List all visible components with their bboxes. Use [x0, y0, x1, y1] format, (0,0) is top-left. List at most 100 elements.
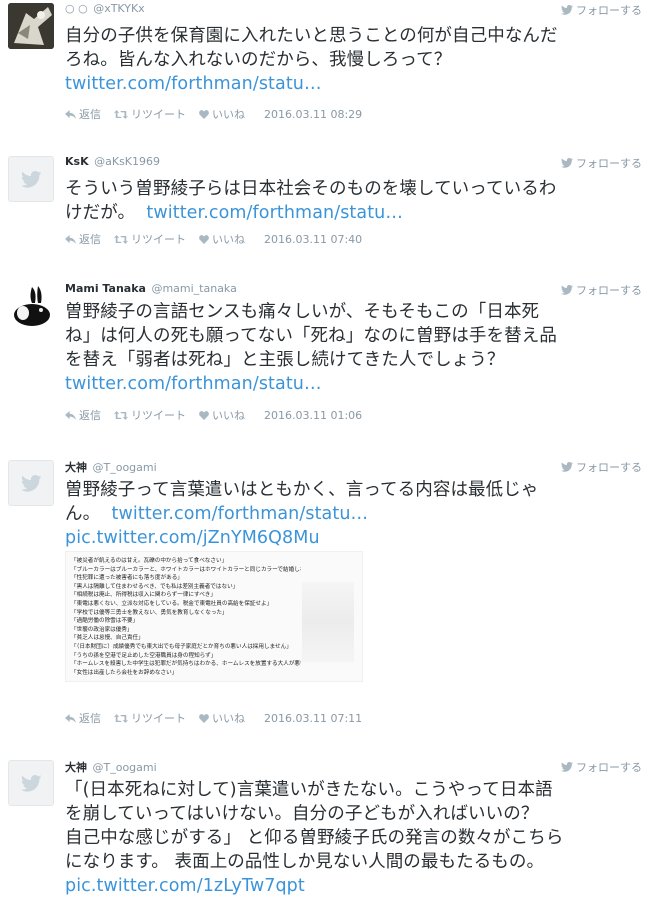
retweet-button[interactable]: リツイート: [114, 106, 186, 122]
timestamp[interactable]: 2016.03.11 07:11: [264, 712, 362, 725]
tweet-text-line-with-link: けだが。 twitter.com/forthman/statu…: [65, 201, 647, 225]
reply-label: 返信: [79, 233, 101, 246]
tweet-header: ○ ○ @xTKYKx: [65, 2, 145, 15]
tweet-text-line: 自己中な感じがする」 と仰る曽野綾子氏の発言の数々がこちら: [65, 828, 564, 848]
tweet-text: 「(日本死ねに対して)言葉遣いがきたない。こうやって日本語 を崩していってはいけ…: [65, 778, 647, 898]
tweet-text-line: 「(日本死ねに対して)言葉遣いがきたない。こうやって日本語: [65, 780, 553, 800]
display-name[interactable]: ○ ○: [65, 2, 88, 15]
reply-button[interactable]: 返信: [65, 407, 101, 423]
user-handle[interactable]: @aKsK1969: [94, 155, 160, 168]
tweet-link[interactable]: twitter.com/forthman/statu…: [65, 372, 647, 396]
avatar[interactable]: [8, 760, 54, 806]
follow-bird-icon: [561, 762, 573, 772]
timestamp[interactable]: 2016.03.11 07:40: [264, 233, 362, 246]
media-text-line: 「ホームレスを殺害した中学生は犯罪だが気持ちはわかる、ホームレスを放置する大人が…: [71, 661, 301, 668]
like-button[interactable]: いいね: [199, 710, 245, 726]
tweet-header: KsK @aKsK1969: [65, 155, 160, 168]
tweet-2: KsK @aKsK1969 フォローする そういう曽野綾子らは日本社会そのものを…: [0, 153, 654, 263]
follow-button[interactable]: フォローする: [561, 459, 642, 475]
like-label: いいね: [212, 233, 245, 246]
tweet-actions: 返信 リツイート いいね 2016.03.11 01:06: [65, 407, 362, 423]
like-button[interactable]: いいね: [199, 231, 245, 247]
avatar[interactable]: [8, 283, 54, 329]
user-handle[interactable]: @T_oogami: [93, 761, 157, 774]
avatar[interactable]: [8, 156, 54, 202]
timestamp[interactable]: 2016.03.11 08:29: [264, 108, 362, 121]
follow-label: フォローする: [576, 761, 642, 774]
reply-button[interactable]: 返信: [65, 231, 101, 247]
retweet-label: リツイート: [131, 409, 186, 422]
bird-icon: [21, 775, 42, 792]
media-link[interactable]: pic.twitter.com/jZnYM6Q8Mu: [65, 526, 647, 550]
heart-icon: [199, 109, 209, 119]
tweet-4: 大神 @T_oogami フォローする 曽野綾子って言葉遣いはともかく、言ってる…: [0, 457, 654, 732]
reply-icon: [65, 410, 76, 420]
retweet-button[interactable]: リツイート: [114, 407, 186, 423]
follow-label: フォローする: [576, 461, 642, 474]
tweet-text-line: ね」は何人の死も願ってない「死ね」なのに曽野は手を替え品: [65, 326, 557, 346]
avatar[interactable]: [8, 3, 54, 49]
bird-icon: [21, 171, 42, 188]
display-name[interactable]: 大神: [65, 461, 87, 474]
user-handle[interactable]: @mami_tanaka: [151, 282, 236, 295]
retweet-label: リツイート: [131, 108, 186, 121]
avatar[interactable]: [8, 460, 54, 506]
retweet-button[interactable]: リツイート: [114, 231, 186, 247]
tweet-3: Mami Tanaka @mami_tanaka フォローする 曽野綾子の言語セ…: [0, 280, 654, 440]
tweet-link[interactable]: twitter.com/forthman/statu…: [65, 72, 647, 96]
reply-icon: [65, 713, 76, 723]
tweet-actions: 返信 リツイート いいね 2016.03.11 08:29: [65, 106, 362, 122]
media-text-line: 「（日本財団に）成績優秀でも東大出でも母子家庭だとか育ちの悪い人は採用しません」: [71, 643, 292, 650]
tweet-text-line: を替え「弱者は死ね」と主張し続けてきた人でしょう？: [65, 350, 505, 370]
media-text-line: 「黒人は隔離して住まわせるべき、でも私は差別主義者ではない」: [71, 583, 239, 590]
media-image[interactable]: 「被災者が飢えるのは甘え。瓦礫の中から拾って食べなさい」 「ブルーカラーはブルーカ…: [65, 551, 363, 682]
media-link[interactable]: pic.twitter.com/1zLyTw7qpt: [65, 874, 647, 898]
media-text-line: 「貧乏人は怠慢、自己責任」: [71, 635, 144, 642]
like-button[interactable]: いいね: [199, 106, 245, 122]
reply-button[interactable]: 返信: [65, 710, 101, 726]
tweet-text-line: を崩していってはいけない。自分の子どもが入ればいいの？: [65, 804, 539, 824]
timestamp[interactable]: 2016.03.11 01:06: [264, 409, 362, 422]
media-blur-area: [302, 582, 354, 662]
media-text-lines: 「被災者が飢えるのは甘え。瓦礫の中から拾って食べなさい」 「ブルーカラーはブルーカ…: [71, 557, 301, 677]
reply-button[interactable]: 返信: [65, 106, 101, 122]
follow-bird-icon: [561, 5, 573, 15]
media-text-line: 「うちの孫を空港で足止めした空港職員は身の程知らず」: [71, 652, 217, 659]
bird-icon: [21, 475, 42, 492]
user-handle[interactable]: @T_oogami: [93, 461, 157, 474]
tweet-text: そういう曽野綾子らは日本社会そのものを壊していっているわ けだが。 twitte…: [65, 177, 647, 225]
retweet-label: リツイート: [131, 712, 186, 725]
display-name[interactable]: 大神: [65, 761, 87, 774]
media-text-line: 「被災者が飢えるのは甘え。瓦礫の中から拾って食べなさい」: [71, 558, 228, 564]
follow-button[interactable]: フォローする: [561, 2, 642, 18]
tweet-text-line: 曽野綾子って言葉遣いはともかく、言ってる内容は最低じゃ: [65, 480, 539, 500]
retweet-button[interactable]: リツイート: [114, 710, 186, 726]
follow-bird-icon: [561, 462, 573, 472]
tweet-link[interactable]: twitter.com/forthman/statu…: [146, 203, 403, 223]
reply-label: 返信: [79, 409, 101, 422]
tweet-header: Mami Tanaka @mami_tanaka: [65, 282, 237, 295]
like-button[interactable]: いいね: [199, 407, 245, 423]
tweet-text-span: ん。: [65, 504, 101, 524]
media-text-line: 「学校では優等三勇士を教えない、勇気を教育しなくなった」: [71, 609, 228, 616]
display-name[interactable]: KsK: [65, 155, 89, 168]
follow-button[interactable]: フォローする: [561, 759, 642, 775]
heart-icon: [199, 713, 209, 723]
follow-label: フォローする: [576, 4, 642, 17]
follow-button[interactable]: フォローする: [561, 155, 642, 171]
follow-button[interactable]: フォローする: [561, 282, 642, 298]
reply-label: 返信: [79, 108, 101, 121]
retweet-icon: [114, 234, 128, 244]
reply-icon: [65, 234, 76, 244]
tweet-actions: 返信 リツイート いいね 2016.03.11 07:11: [65, 710, 362, 726]
like-label: いいね: [212, 712, 245, 725]
tweet-5: 大神 @T_oogami フォローする 「(日本死ねに対して)言葉遣いがきたない…: [0, 757, 654, 915]
retweet-label: リツイート: [131, 233, 186, 246]
tweet-link[interactable]: twitter.com/forthman/statu…: [112, 504, 369, 524]
user-handle[interactable]: @xTKYKx: [93, 2, 145, 15]
tweet-text-line: そういう曽野綾子らは日本社会そのものを壊していっているわ: [65, 179, 557, 199]
tweet-text: 曽野綾子の言語センスも痛々しいが、そもそもこの「日本死 ね」は何人の死も願ってな…: [65, 300, 647, 396]
display-name[interactable]: Mami Tanaka: [65, 282, 146, 295]
tweet-text-line: になります。 表面上の品性しか見ない人間の最もたるもの。: [65, 852, 545, 872]
tweet-actions: 返信 リツイート いいね 2016.03.11 07:40: [65, 231, 362, 247]
